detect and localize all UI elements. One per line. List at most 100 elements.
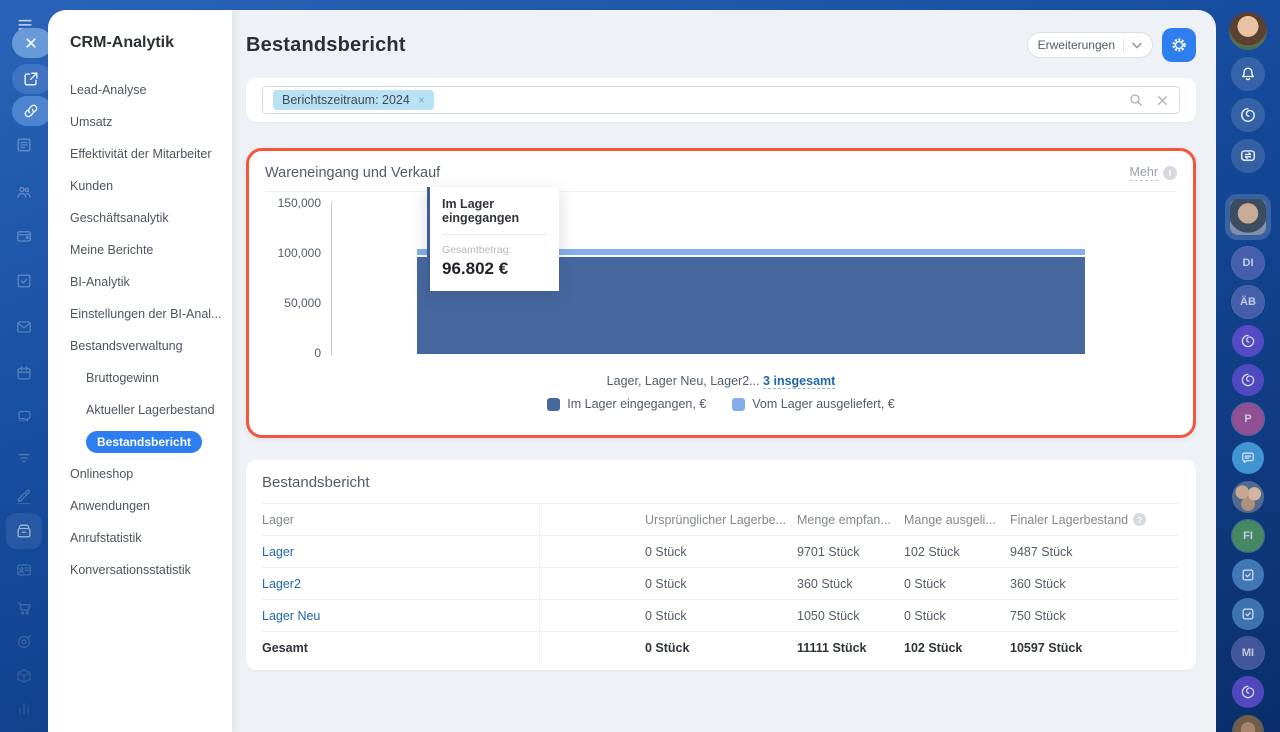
calendar-icon[interactable] [14, 363, 34, 383]
bot-chat-1[interactable] [1232, 325, 1264, 357]
wallet-icon[interactable] [14, 226, 34, 246]
mail-icon[interactable] [14, 317, 34, 337]
warehouse-link[interactable]: Lager [262, 545, 294, 559]
cart-icon[interactable] [14, 598, 34, 618]
column-header[interactable]: Ursprünglicher Lagerbe... [645, 513, 797, 527]
sidebar-item-anwendungen[interactable]: Anwendungen [70, 490, 232, 522]
search-icon[interactable] [1128, 92, 1144, 108]
sign-icon[interactable] [14, 486, 34, 506]
more-link[interactable]: Mehr i [1129, 165, 1177, 181]
sidebar-item-lead-analyse[interactable]: Lead-Analyse [70, 74, 232, 106]
sidebar-item-einstellungen-der-bi-anal-[interactable]: Einstellungen der BI-Anal... [70, 298, 232, 330]
employees-icon[interactable] [14, 182, 34, 202]
sidebar-item-bestandsbericht[interactable]: Bestandsbericht [70, 426, 232, 458]
chat-fi[interactable]: FI [1232, 520, 1264, 552]
bell-icon[interactable] [1231, 57, 1265, 91]
sidebar-item-umsatz[interactable]: Umsatz [70, 106, 232, 138]
group-chat[interactable] [1232, 481, 1264, 513]
filter-chip-label: Berichtszeitraum: 2024 [282, 93, 410, 107]
inventory-table: Lager Ursprünglicher Lagerbe... Menge empf… [262, 504, 1180, 664]
search-filter-input[interactable]: Berichtszeitraum: 2024 × [262, 86, 1180, 114]
chat-aeb[interactable]: ÄB [1232, 286, 1264, 318]
button-divider [1123, 38, 1124, 52]
sidebar-item-aktueller-lagerbestand[interactable]: Aktueller Lagerbestand [70, 394, 232, 426]
sidebar-item-bi-analytik[interactable]: BI-Analytik [70, 266, 232, 298]
sidebar-item-konversationsstatistik[interactable]: Konversationsstatistik [70, 554, 232, 586]
warehouse-link[interactable]: Lager Neu [262, 609, 320, 623]
active-item-pill[interactable]: Bestandsbericht [86, 431, 203, 453]
column-header[interactable]: Menge empfan... [797, 513, 904, 527]
chart-title: Wareneingang und Verkauf [265, 165, 441, 181]
content-area: Bestandsbericht Erweiterungen Berichtsze… [232, 10, 1216, 732]
table-cell: 9487 Stück [1010, 544, 1073, 559]
filter-chip[interactable]: Berichtszeitraum: 2024 × [273, 90, 434, 110]
y-tick-label: 50,000 [284, 296, 321, 310]
stats-icon[interactable] [14, 698, 34, 718]
marketing-icon[interactable] [14, 632, 34, 652]
chat-di[interactable]: DI [1232, 247, 1264, 279]
chat-icon[interactable] [14, 407, 34, 427]
user-avatar[interactable] [1229, 12, 1267, 50]
y-tick-label: 100,000 [277, 246, 321, 260]
filter-input-icons [1128, 92, 1169, 108]
store-icon[interactable] [6, 513, 42, 549]
table-cell: 11111 Stück [797, 641, 867, 655]
table-title: Bestandsbericht [262, 474, 370, 491]
channel-chat[interactable] [1232, 442, 1264, 474]
y-tick-label: 0 [314, 346, 321, 360]
tooltip-title: Im Lager eingegangen [442, 197, 520, 225]
categories-total-link[interactable]: 3 insgesamt [763, 374, 836, 389]
settings-button[interactable] [1162, 28, 1196, 62]
table-cell: 102 Stück [904, 641, 963, 655]
group-photo-1[interactable] [1232, 715, 1264, 732]
sidebar-item-bruttogewinn[interactable]: Bruttogewinn [70, 362, 232, 394]
left-app-rail [0, 0, 52, 732]
messenger-icon[interactable] [1231, 139, 1265, 173]
bar-chart-plot: 150,000 100,000 50,000 0 [265, 196, 1177, 372]
sidebar-item-meine-berichte[interactable]: Meine Berichte [70, 234, 232, 266]
crm-analytics-sidebar: CRM-Analytik Lead-Analyse Umsatz Effektivi… [48, 10, 232, 732]
info-icon[interactable]: i [1163, 166, 1177, 180]
bot-chat-3[interactable] [1232, 676, 1264, 708]
help-icon[interactable]: ? [1133, 513, 1147, 526]
legend-item[interactable]: Vom Lager ausgeliefert, € [732, 397, 895, 411]
sidebar-item-anrufstatistik[interactable]: Anrufstatistik [70, 522, 232, 554]
table-row: Lager Neu 0 Stück 1050 Stück 0 Stück 750 Stü… [262, 600, 1180, 632]
active-chat-avatar[interactable] [1225, 194, 1271, 240]
chat-mi[interactable]: MI [1232, 637, 1264, 669]
tasks-icon[interactable] [14, 271, 34, 291]
warehouse-link[interactable]: Lager2 [262, 577, 301, 591]
package-icon[interactable] [14, 666, 34, 686]
legend-item[interactable]: Im Lager eingegangen, € [547, 397, 706, 411]
close-icon[interactable] [12, 28, 52, 58]
header-actions: Erweiterungen [1026, 28, 1196, 62]
news-icon[interactable] [14, 135, 34, 155]
bot-chat-2[interactable] [1232, 364, 1264, 396]
clear-filter-icon[interactable] [1156, 94, 1169, 107]
sidebar-item-geschäftsanalytik[interactable]: Geschäftsanalytik [70, 202, 232, 234]
sidebar-item-onlineshop[interactable]: Onlineshop [70, 458, 232, 490]
extensions-button[interactable]: Erweiterungen [1026, 32, 1153, 58]
sidebar-item-effektivität-der-mitarbeiter[interactable]: Effektivität der Mitarbeiter [70, 138, 232, 170]
column-header[interactable]: Mange ausgeli... [904, 513, 1010, 527]
chip-remove-icon[interactable]: × [418, 93, 425, 107]
table-cell: 750 Stück [1010, 608, 1066, 623]
legend-label: Vom Lager ausgeliefert, € [752, 397, 895, 411]
chat-p[interactable]: P [1232, 403, 1264, 435]
sidebar-item-bestandsverwaltung[interactable]: Bestandsverwaltung [70, 330, 232, 362]
link-icon[interactable] [12, 96, 52, 126]
table-cell: 0 Stück [904, 576, 946, 591]
inventory-report-card: Bestandsbericht Lager Ursprünglicher Lage… [246, 460, 1196, 670]
tasks-chat-2[interactable] [1232, 598, 1264, 630]
external-link-icon[interactable] [12, 64, 52, 94]
table-cell: 1050 Stück [797, 608, 860, 623]
contact-card-icon[interactable] [14, 560, 34, 580]
column-header[interactable]: Lager [262, 504, 540, 535]
column-header[interactable]: Finaler Lagerbestand? [1010, 513, 1180, 527]
support-icon[interactable] [1231, 98, 1265, 132]
tooltip-label: Gesamtbetrag: [442, 244, 512, 256]
funnel-icon[interactable] [14, 448, 34, 468]
tasks-chat-1[interactable] [1232, 559, 1264, 591]
sidebar-item-kunden[interactable]: Kunden [70, 170, 232, 202]
legend-swatch [732, 397, 746, 411]
